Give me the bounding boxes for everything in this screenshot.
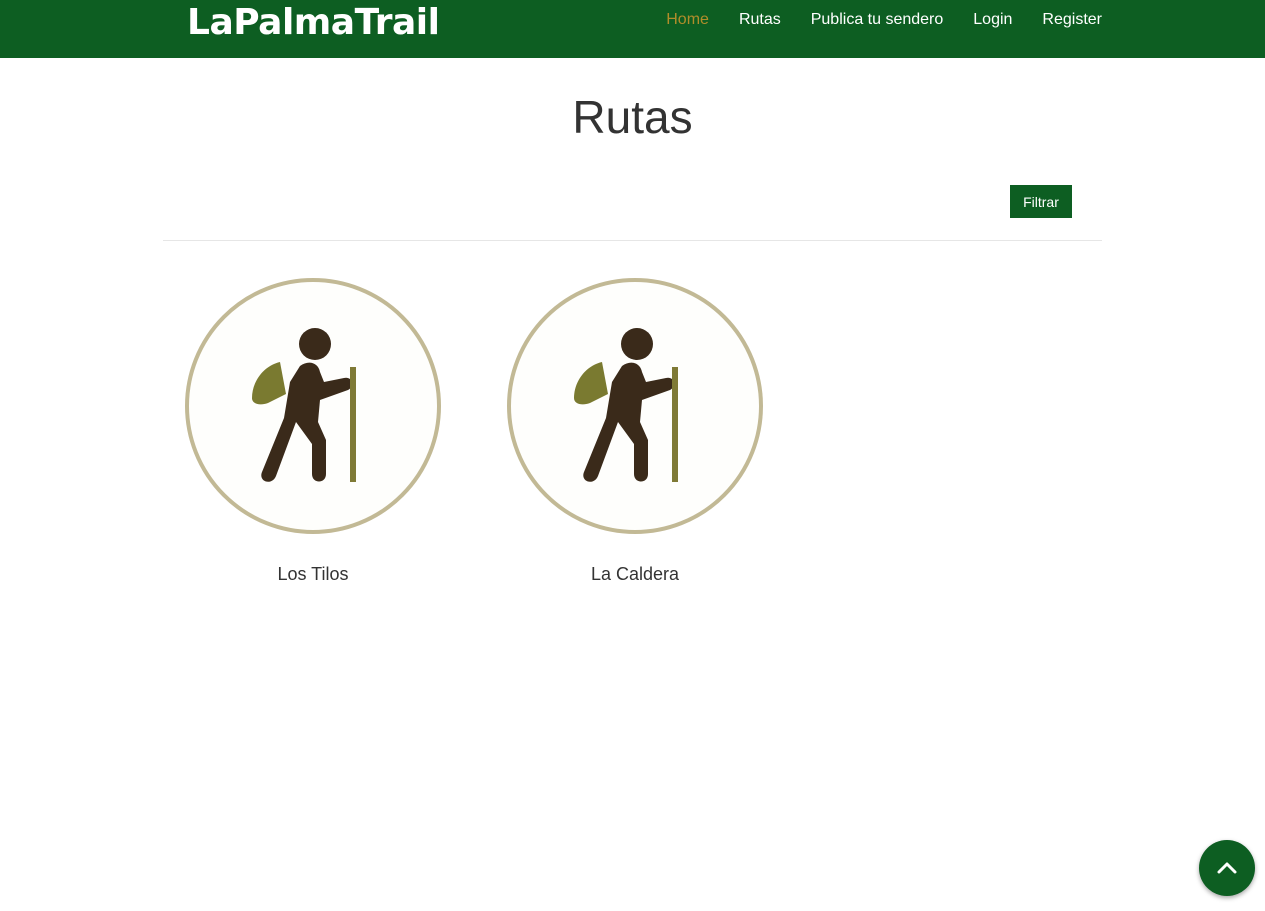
nav-login-link[interactable]: Login [973,11,1012,29]
route-name[interactable]: La Caldera [490,562,780,586]
brand-logo[interactable]: LaPalmaTrail [187,0,440,46]
nav-register-link[interactable]: Register [1042,11,1102,29]
hiker-icon [507,278,763,534]
route-name[interactable]: Los Tilos [168,562,458,586]
scroll-to-top-button[interactable] [1199,840,1255,896]
nav-home-link[interactable]: Home [666,11,709,29]
route-card-los-tilos[interactable]: Los Tilos [168,262,458,592]
nav-rutas-link[interactable]: Rutas [739,11,781,29]
nav-publica-link[interactable]: Publica tu sendero [811,11,944,29]
page-title: Rutas [572,91,693,143]
chevron-up-icon [1217,862,1237,874]
main-nav: Home Rutas Publica tu sendero Login Regi… [666,0,1102,40]
top-navbar: LaPalmaTrail Home Rutas Publica tu sende… [0,0,1265,58]
route-card-la-caldera[interactable]: La Caldera [490,262,780,592]
divider [163,240,1102,241]
hiker-icon [185,278,441,534]
filter-button[interactable]: Filtrar [1010,185,1072,218]
